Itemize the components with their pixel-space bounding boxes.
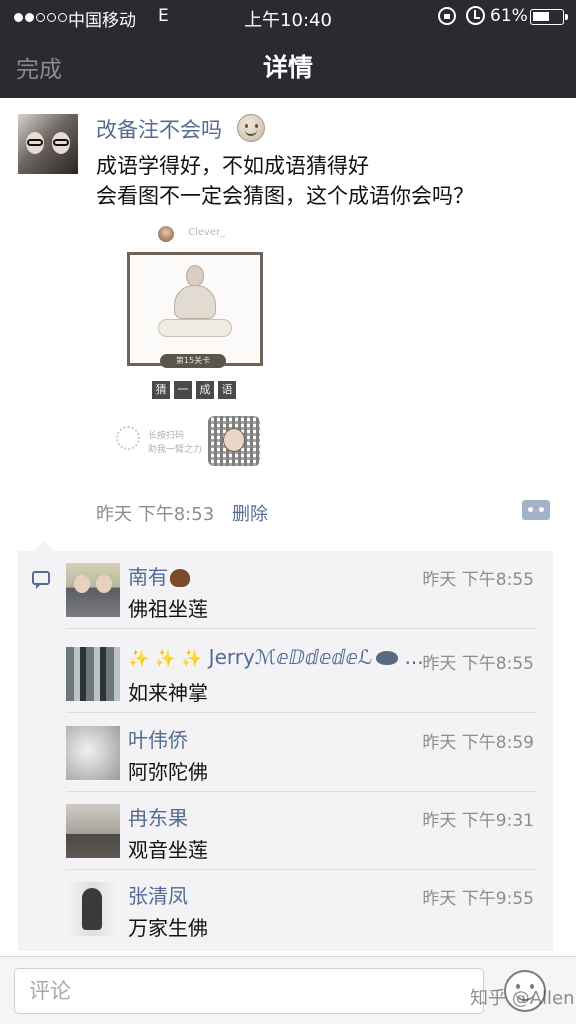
guess-char: 成 — [196, 381, 214, 399]
comment-item[interactable]: 南有 昨天 下午8:55 佛祖坐莲 — [66, 551, 536, 629]
fingerprint-icon — [116, 426, 140, 450]
comment-item[interactable]: 张清凤 昨天 下午9:55 万家生佛 — [66, 870, 536, 948]
comment-item[interactable]: ✨ ✨ ✨ Jerryℳⅇⅅⅆⅇⅆⅇℒ ... 昨天 下午8:55 如来神掌 — [66, 635, 536, 713]
comment-text: 如来神掌 — [128, 681, 208, 705]
comment-icon — [32, 571, 50, 589]
guess-char: 语 — [218, 381, 236, 399]
comment-item[interactable]: 叶伟侨 昨天 下午8:59 阿弥陀佛 — [66, 714, 536, 792]
post-image[interactable]: Clever_ 第15关卡 猜一成语 长按扫码 助我一臂之力 — [112, 220, 282, 482]
scan-hint-sub: 助我一臂之力 — [148, 445, 203, 455]
rotation-lock-icon — [438, 7, 456, 25]
comment-text: 观音坐莲 — [128, 838, 208, 862]
post-author-avatar[interactable] — [18, 114, 78, 174]
lotus-cloud-illustration — [158, 319, 232, 337]
post-timestamp: 昨天 下午8:53 — [96, 504, 215, 525]
post-text-line: 会看图不一定会猜图，这个成语你会吗？ — [96, 184, 474, 208]
navigation-bar: 完成 详情 — [0, 34, 576, 98]
mini-username: Clever_ — [188, 227, 226, 238]
more-actions-button[interactable] — [522, 500, 550, 520]
battery-icon — [530, 9, 568, 25]
commenter-name[interactable]: ✨ ✨ ✨ Jerryℳⅇⅅⅆⅇⅆⅇℒ ... — [128, 645, 424, 669]
comments-section: 南有 昨天 下午8:55 佛祖坐莲 ✨ ✨ ✨ Jerryℳⅇⅅⅆⅇⅆⅇℒ ..… — [18, 541, 553, 951]
whale-emoji-icon — [376, 651, 399, 665]
comment-text: 万家生佛 — [128, 916, 208, 940]
comment-time: 昨天 下午9:55 — [422, 889, 534, 909]
mini-avatar — [158, 226, 174, 242]
comment-input[interactable] — [14, 968, 484, 1014]
delete-button[interactable]: 删除 — [232, 500, 268, 526]
scan-hint: 长按扫码 — [148, 431, 185, 441]
puzzle-frame — [127, 252, 263, 366]
divider — [66, 712, 536, 713]
squirrel-emoji-icon — [170, 569, 190, 587]
commenter-avatar[interactable] — [66, 647, 120, 701]
page-title: 详情 — [262, 53, 313, 82]
commenter-name[interactable]: 张清凤 — [128, 880, 188, 909]
comment-text: 佛祖坐莲 — [128, 597, 208, 621]
sparkle-emoji-icon: ✨ ✨ ✨ — [128, 649, 203, 669]
alarm-icon — [466, 6, 485, 25]
buddha-head-illustration — [186, 265, 204, 287]
commenter-avatar[interactable] — [66, 804, 120, 858]
commenter-avatar[interactable] — [66, 726, 120, 780]
comment-text: 阿弥陀佛 — [128, 760, 208, 784]
divider — [66, 628, 536, 629]
comment-time: 昨天 下午8:55 — [422, 654, 534, 674]
smiley-emoji-icon — [237, 114, 265, 142]
commenter-name[interactable]: 冉东果 — [128, 802, 188, 831]
comment-item[interactable]: 冉东果 昨天 下午9:31 观音坐莲 — [66, 792, 536, 870]
commenter-avatar[interactable] — [66, 563, 120, 617]
level-badge: 第15关卡 — [160, 354, 226, 368]
status-bar: 中国移动 E 上午10:40 61% — [0, 0, 576, 34]
battery-percent: 61% — [490, 6, 528, 26]
battery-fill — [533, 12, 549, 21]
commenter-name[interactable]: 南有 — [128, 561, 190, 590]
comment-time: 昨天 下午8:59 — [422, 733, 534, 753]
post-author-name[interactable]: 改备注不会吗 — [96, 114, 222, 144]
comment-time: 昨天 下午8:55 — [422, 570, 534, 590]
qr-center-avatar — [223, 428, 245, 452]
guess-char: 猜 — [152, 381, 170, 399]
post-text-line: 成语学得好，不如成语猜得好 — [96, 154, 369, 178]
comment-time: 昨天 下午9:31 — [422, 811, 534, 831]
watermark: 知乎 @Allen — [470, 988, 575, 1009]
guess-char: 一 — [174, 381, 192, 399]
top-bar: 中国移动 E 上午10:40 61% 完成 详情 — [0, 0, 576, 98]
buddha-body-illustration — [174, 285, 216, 319]
commenter-avatar[interactable] — [66, 882, 120, 936]
guess-characters: 猜一成语 — [152, 378, 240, 399]
commenter-name[interactable]: 叶伟侨 — [128, 724, 188, 753]
